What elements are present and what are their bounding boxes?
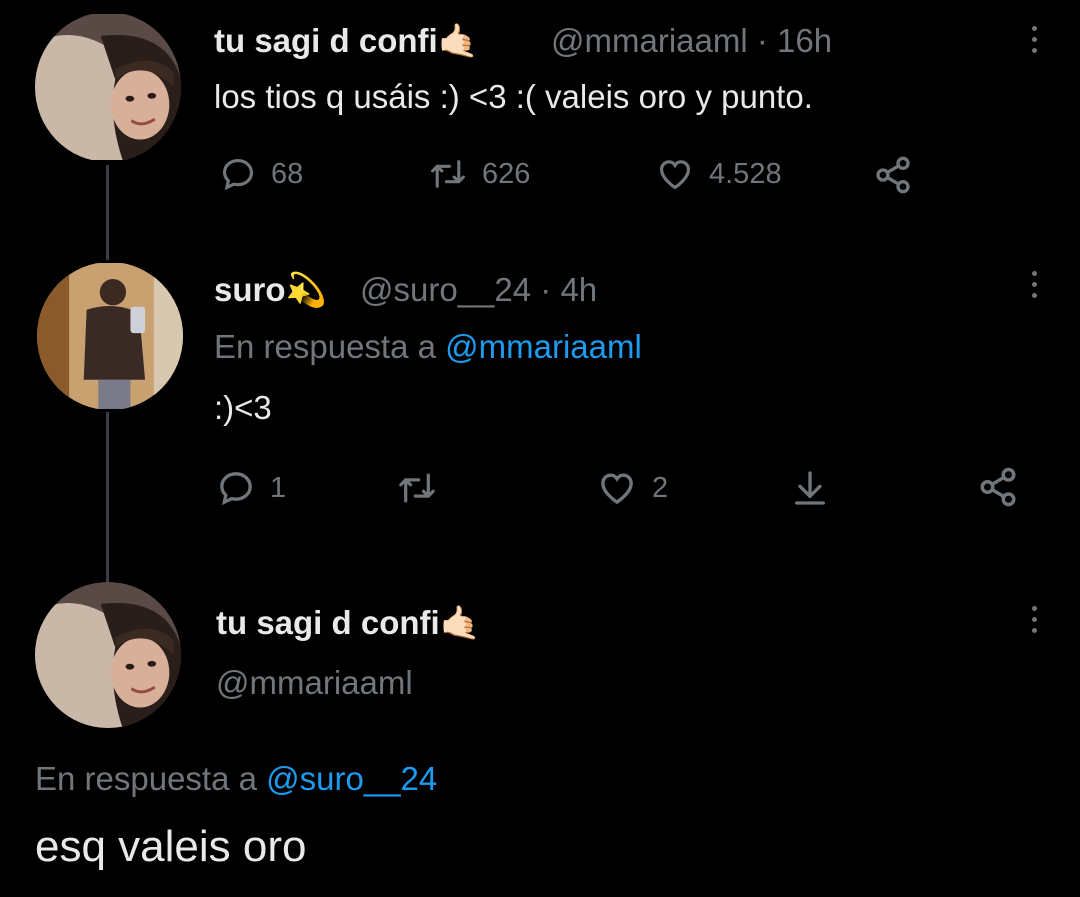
more-vertical-icon[interactable] [1030, 271, 1038, 298]
retweet-button[interactable]: 626 [428, 155, 530, 193]
heart-icon [659, 160, 691, 190]
call-me-hand-emoji-icon: 🤙🏻 [437, 22, 479, 59]
like-count: 2 [652, 471, 669, 504]
tweet-text: :)<3 [214, 389, 272, 426]
share-button[interactable] [872, 155, 914, 195]
comment-bubble-icon [222, 158, 254, 191]
avatar-photo-icon [37, 263, 183, 409]
call-me-hand-emoji-icon: 🤙🏻 [439, 604, 481, 641]
tweet-text: esq valeis oro [35, 822, 307, 871]
retweet-icon [399, 473, 435, 503]
avatar-photo-icon [35, 14, 181, 160]
display-name[interactable]: suro💫 [214, 271, 327, 310]
tweet-meta: @mmariaaml · 16h [551, 22, 832, 60]
avatar[interactable] [35, 12, 181, 162]
like-button[interactable]: 4.528 [655, 155, 782, 193]
reply-count: 1 [270, 471, 287, 504]
thread-line-1 [106, 165, 109, 260]
mention-link[interactable]: @mmariaaml [445, 328, 642, 365]
reply-context: En respuesta a @suro__24 [35, 760, 438, 797]
share-nodes-icon [876, 156, 910, 194]
dizzy-star-emoji-icon: 💫 [285, 271, 327, 308]
avatar[interactable] [35, 582, 181, 728]
reply-button[interactable]: 68 [219, 155, 303, 193]
avatar[interactable] [37, 262, 183, 410]
share-nodes-icon [980, 467, 1016, 507]
thread-line-2 [106, 412, 109, 592]
reply-count: 68 [271, 157, 304, 190]
retweet-icon [431, 160, 465, 188]
like-count: 4.528 [709, 157, 782, 190]
display-name[interactable]: tu sagi d confi🤙🏻 [216, 604, 481, 643]
tweet-text: los tios q usáis :) <3 :( valeis oro y p… [214, 78, 813, 115]
more-vertical-icon[interactable] [1030, 26, 1038, 53]
reply-context: En respuesta a @mmariaaml [214, 328, 642, 365]
mention-link[interactable]: @suro__24 [266, 760, 437, 797]
tweet-meta: @suro__24 · 4h [360, 271, 597, 309]
download-button[interactable] [790, 468, 830, 508]
heart-icon [601, 473, 633, 505]
avatar-photo-icon [35, 582, 181, 728]
share-button[interactable] [976, 466, 1020, 508]
timestamp[interactable]: 4h [560, 271, 597, 308]
retweet-count: 626 [482, 157, 531, 190]
comment-bubble-icon [220, 472, 252, 506]
separator: · [756, 22, 768, 59]
separator: · [540, 271, 552, 308]
reply-button[interactable]: 1 [216, 468, 286, 508]
display-name[interactable]: tu sagi d confi🤙🏻 [214, 22, 479, 61]
handle[interactable]: @suro__24 [360, 271, 531, 308]
more-vertical-icon[interactable] [1030, 606, 1038, 633]
handle[interactable]: @mmariaaml [551, 22, 748, 59]
retweet-button[interactable] [396, 468, 452, 508]
handle[interactable]: @mmariaaml [216, 664, 413, 702]
timestamp[interactable]: 16h [777, 22, 832, 59]
like-button[interactable]: 2 [596, 468, 668, 508]
download-arrow-icon [795, 471, 825, 505]
